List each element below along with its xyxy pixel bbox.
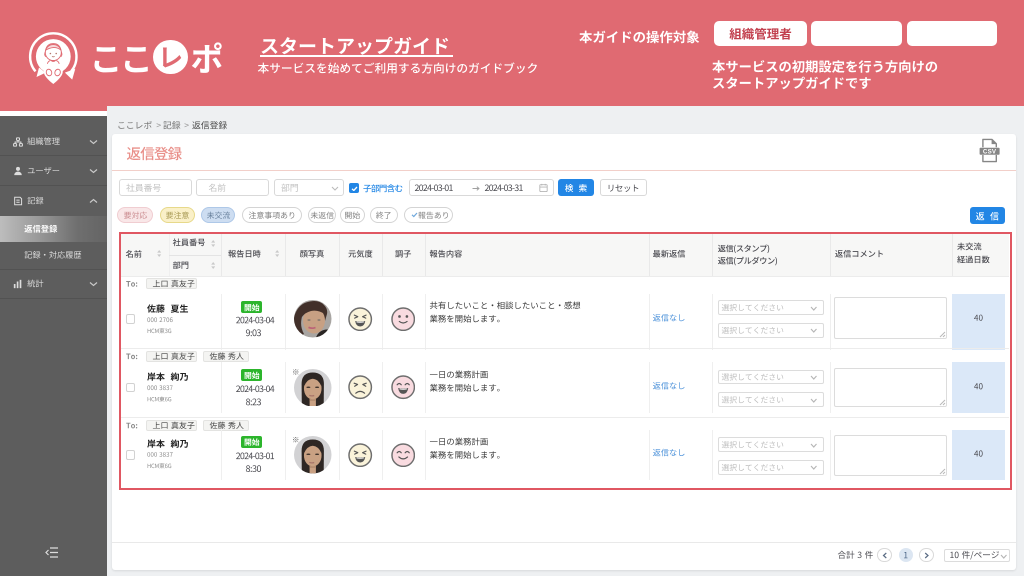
svg-text:CSV: CSV [982, 148, 996, 155]
